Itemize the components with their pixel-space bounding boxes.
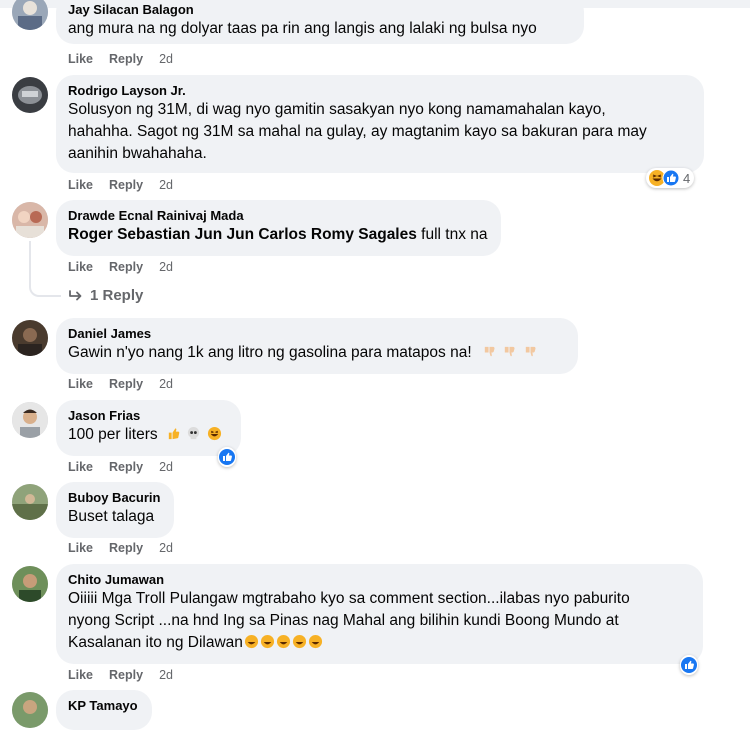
laughing-emoji-icon	[207, 426, 221, 441]
like-button[interactable]: Like	[68, 260, 93, 274]
comment-actions: Like Reply 2d	[68, 178, 173, 192]
avatar[interactable]	[12, 320, 48, 356]
reply-button[interactable]: Reply	[109, 668, 143, 682]
comment-author[interactable]: Rodrigo Layson Jr.	[68, 83, 692, 99]
comment-timestamp[interactable]: 2d	[159, 541, 173, 555]
skull-emoji-icon	[188, 426, 200, 440]
reply-button[interactable]: Reply	[109, 52, 143, 66]
comment-bubble: KP Tamayo	[56, 690, 152, 730]
comment-text-line: aanihin bwahahaha.	[68, 145, 207, 162]
comment-text-body: Gawin n'yo nang 1k ang litro ng gasolina…	[68, 344, 472, 361]
comment-bubble: Drawde Ecnal Rainivaj Mada Roger Sebasti…	[56, 200, 501, 256]
comment-actions: Like Reply 2d	[68, 668, 173, 682]
comment-text-line: Solusyon ng 31M, di wag nyo gamitin sasa…	[68, 101, 606, 118]
comment-text: Gawin n'yo nang 1k ang litro ng gasolina…	[68, 342, 566, 364]
comment-timestamp[interactable]: 2d	[159, 668, 173, 682]
thumbs-down-emoji-icon	[484, 346, 495, 357]
comment-text: Roger Sebastian Jun Jun Carlos Romy Saga…	[68, 224, 489, 246]
comment-author[interactable]: Drawde Ecnal Rainivaj Mada	[68, 208, 489, 224]
thumbs-down-emoji-icon	[525, 346, 536, 357]
comment-bubble: Rodrigo Layson Jr. Solusyon ng 31M, di w…	[56, 75, 704, 173]
comment-actions: Like Reply 2d	[68, 377, 173, 391]
like-button[interactable]: Like	[68, 52, 93, 66]
comment-timestamp[interactable]: 2d	[159, 260, 173, 274]
laughing-emoji-icon	[276, 634, 290, 649]
comment-actions: Like Reply 2d	[68, 460, 173, 474]
avatar[interactable]	[12, 402, 48, 438]
avatar[interactable]	[12, 692, 48, 728]
comment-text-line: Kasalanan ito ng Dilawan	[68, 632, 691, 654]
reply-button[interactable]: Reply	[109, 541, 143, 555]
comment-timestamp[interactable]: 2d	[159, 178, 173, 192]
reaction-count: 4	[683, 170, 691, 186]
comment-bubble: Buboy Bacurin Buset talaga	[56, 482, 174, 538]
comment-text-line: Oiiiii Mga Troll Pulangaw mgtrabaho kyo …	[68, 590, 630, 607]
view-replies-link[interactable]: 1 Reply	[68, 287, 143, 304]
comment-actions: Like Reply 2d	[68, 541, 173, 555]
reply-arrow-icon	[69, 289, 82, 300]
reply-button[interactable]: Reply	[109, 178, 143, 192]
comment-text-body: Kasalanan ito ng Dilawan	[68, 634, 243, 651]
comment-author[interactable]: Jason Frias	[68, 408, 229, 424]
like-reaction-icon	[681, 657, 697, 673]
like-button[interactable]: Like	[68, 668, 93, 682]
comment-bubble: Daniel James Gawin n'yo nang 1k ang litr…	[56, 318, 578, 374]
like-button[interactable]: Like	[68, 460, 93, 474]
reply-thread-line	[29, 241, 61, 297]
like-button[interactable]: Like	[68, 541, 93, 555]
comment-text-line: nyong Script ...na hnd Ing sa Pinas nag …	[68, 612, 619, 629]
comment-bubble: Jay Silacan Balagon ang mura na ng dolya…	[56, 0, 584, 44]
comment-author[interactable]: Jay Silacan Balagon	[68, 2, 572, 18]
comment-author[interactable]: Chito Jumawan	[68, 572, 691, 588]
like-reaction-icon	[662, 169, 680, 187]
comment-timestamp[interactable]: 2d	[159, 460, 173, 474]
laughing-emoji-icon	[244, 634, 258, 649]
reply-button[interactable]: Reply	[109, 377, 143, 391]
comment-text: Buset talaga	[68, 508, 155, 525]
reaction-summary[interactable]	[680, 655, 698, 675]
avatar[interactable]	[12, 202, 48, 238]
comment-author[interactable]: Daniel James	[68, 326, 566, 342]
comment-text: 100 per liters	[68, 424, 229, 446]
avatar[interactable]	[12, 484, 48, 520]
reaction-summary[interactable]	[218, 447, 236, 467]
like-reaction-icon	[219, 449, 235, 465]
comment-text-rest: full tnx na	[416, 226, 488, 243]
comment-actions: Like Reply 2d	[68, 52, 173, 66]
comment-author[interactable]: Buboy Bacurin	[68, 490, 162, 506]
comment-text: ang mura na ng dolyar taas pa rin ang la…	[68, 20, 537, 37]
like-button[interactable]: Like	[68, 178, 93, 192]
comment-timestamp[interactable]: 2d	[159, 52, 173, 66]
comment-bubble: Jason Frias 100 per liters	[56, 400, 241, 456]
avatar[interactable]	[12, 566, 48, 602]
comment-text-body: 100 per liters	[68, 426, 158, 443]
avatar[interactable]	[12, 0, 48, 30]
laughing-emoji-icon	[292, 634, 306, 649]
avatar[interactable]	[12, 77, 48, 113]
comment-author[interactable]: KP Tamayo	[68, 698, 140, 714]
like-button[interactable]: Like	[68, 377, 93, 391]
comment-actions: Like Reply 2d	[68, 260, 173, 274]
comment-timestamp[interactable]: 2d	[159, 377, 173, 391]
reply-button[interactable]: Reply	[109, 260, 143, 274]
thumbs-down-emoji-icon	[505, 346, 515, 357]
laughing-emoji-icon	[260, 634, 274, 649]
replies-count-label: 1 Reply	[90, 287, 144, 304]
comment-text-line: hahahha. Sagot ng 31M sa mahal na gulay,…	[68, 123, 647, 140]
comment-bubble: Chito Jumawan Oiiiii Mga Troll Pulangaw …	[56, 564, 703, 664]
reply-button[interactable]: Reply	[109, 460, 143, 474]
thumbs-up-emoji-icon	[168, 428, 180, 440]
reaction-summary[interactable]: 4	[646, 168, 695, 188]
laughing-emoji-icon	[308, 634, 322, 649]
tagged-user-link[interactable]: Roger Sebastian Jun Jun Carlos Romy Saga…	[68, 226, 417, 243]
